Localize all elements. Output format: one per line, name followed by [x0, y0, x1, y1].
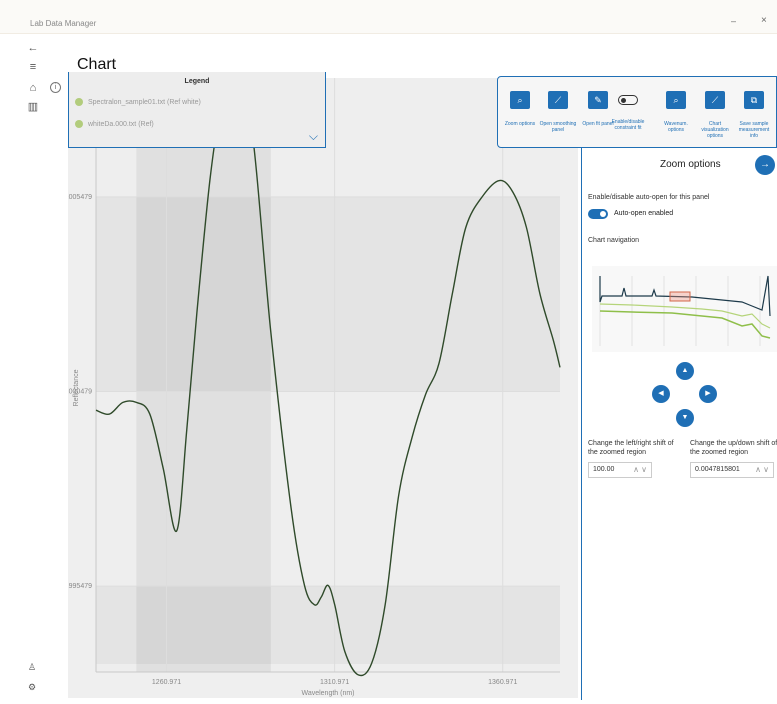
back-icon[interactable]: ← [25, 40, 41, 56]
save-info-tool[interactable]: ⧉ Save sample measurement info [734, 91, 774, 139]
pan-up-button[interactable]: ▲ [676, 362, 694, 380]
ud-shift-stepper[interactable]: 0.0047815801 ∧ ∨ [690, 462, 774, 478]
legend-swatch [75, 120, 83, 128]
highlight-band [136, 78, 271, 672]
tool-label: Wavenum. options [664, 121, 688, 133]
navigation-minimap[interactable] [592, 266, 777, 352]
tool-label: Chart visualization options [701, 121, 729, 139]
left-nav: ← ≡ ⌂ ▥ [22, 34, 44, 704]
y-tick-label: 1.000479 [68, 389, 92, 396]
pen-icon[interactable]: ✎ [588, 91, 608, 109]
legend-item[interactable]: whiteDa.000.txt (Ref) [75, 120, 154, 128]
chart-toolbar: ⌕ Zoom options ⟋ Open smoothing panel ✎ … [497, 76, 777, 148]
tool-label: Enable/disable constraint fit [611, 119, 645, 131]
menu-icon[interactable]: ≡ [25, 59, 41, 75]
legend-item-label: Spectralon_sample01.txt (Ref white) [88, 98, 201, 106]
wavenum-tool[interactable]: ⌕ Wavenum. options [656, 91, 696, 133]
pan-left-button[interactable]: ◀ [652, 385, 670, 403]
x-axis-label: Wavelength (nm) [301, 690, 354, 697]
tool-label: Save sample measurement info [738, 121, 770, 139]
legend-item-label: whiteDa.000.txt (Ref) [88, 120, 154, 128]
lr-shift-stepper[interactable]: 100.00 ∧ ∨ [588, 462, 652, 478]
lr-shift-label: Change the left/right shift of the zoome… [588, 440, 674, 456]
close-button[interactable]: × [761, 15, 767, 26]
autoopen-label: Enable/disable auto-open for this panel [588, 194, 710, 201]
minimap-svg[interactable] [592, 266, 777, 352]
y-tick-label: 0.995479 [68, 583, 92, 590]
legend-item[interactable]: Spectralon_sample01.txt (Ref white) [75, 98, 201, 106]
smoothing-tool[interactable]: ⟋ Open smoothing panel [538, 91, 578, 133]
stepper-arrows[interactable]: ∧ ∨ [633, 463, 647, 477]
lr-shift-value[interactable]: 100.00 [593, 466, 614, 473]
app-title: Lab Data Manager [30, 19, 97, 28]
pan-right-button[interactable]: ▶ [699, 385, 717, 403]
settings-icon[interactable]: ⚙ [26, 682, 38, 694]
main-chart[interactable]: 1.005479 1.000479 0.995479 1260.971 1310.971… [68, 78, 578, 698]
panel-title: Zoom options [660, 159, 721, 170]
x-tick-label: 1360.971 [488, 679, 517, 686]
ud-shift-value[interactable]: 0.0047815801 [695, 466, 740, 473]
x-tick-label: 1260.971 [152, 679, 181, 686]
zoom-options-panel: Zoom options → Enable/disable auto-open … [581, 148, 777, 700]
brush-icon[interactable]: ⟋ [705, 91, 725, 109]
app-window: Lab Data Manager – × ← ≡ ⌂ ▥ ♙ ⚙ Chart i… [0, 0, 777, 704]
legend-expand-icon[interactable]: ⌵ [309, 129, 318, 144]
minimize-button[interactable]: – [731, 16, 736, 26]
tool-label: Zoom options [504, 121, 536, 127]
minimap-series-green2 [599, 303, 771, 329]
legend-swatch [75, 98, 83, 106]
pan-down-button[interactable]: ▼ [676, 409, 694, 427]
constraint-fit-toggle[interactable] [618, 95, 638, 105]
legend-panel: Legend Spectralon_sample01.txt (Ref whit… [68, 72, 326, 148]
stepper-arrows[interactable]: ∧ ∨ [755, 463, 769, 477]
legend-title: Legend [184, 78, 210, 85]
zoom-options-tool[interactable]: ⌕ Zoom options [500, 91, 540, 127]
zoom-icon[interactable]: ⌕ [666, 91, 686, 109]
save-icon[interactable]: ⧉ [744, 91, 764, 109]
autoopen-toggle[interactable] [588, 209, 608, 219]
visualization-tool[interactable]: ⟋ Chart visualization options [695, 91, 735, 139]
panel-close-icon[interactable]: → [755, 155, 775, 175]
y-axis-label: Reflectance [73, 369, 80, 406]
zoom-icon[interactable]: ⌕ [510, 91, 530, 109]
constraint-fit-tool[interactable]: Enable/disable constraint fit [608, 91, 648, 131]
ud-shift-label: Change the up/down shift of the zoomed r… [690, 440, 777, 456]
x-tick-label: 1310.971 [320, 679, 349, 686]
home-icon[interactable]: ⌂ [25, 80, 41, 96]
smoothing-icon[interactable]: ⟋ [548, 91, 568, 109]
tool-label: Open smoothing panel [539, 121, 577, 133]
chart-area[interactable]: 1.005479 1.000479 0.995479 1260.971 1310.971… [68, 78, 578, 698]
minimap-viewport[interactable] [669, 291, 691, 302]
autoopen-state: Auto-open enabled [614, 210, 674, 217]
chart-navigation-label: Chart navigation [588, 237, 639, 244]
title-bar: Lab Data Manager – × [0, 0, 777, 34]
chart-nav-icon[interactable]: ▥ [25, 99, 41, 115]
user-icon[interactable]: ♙ [26, 662, 38, 674]
info-icon[interactable]: i [50, 82, 61, 93]
y-tick-label: 1.005479 [68, 194, 92, 201]
